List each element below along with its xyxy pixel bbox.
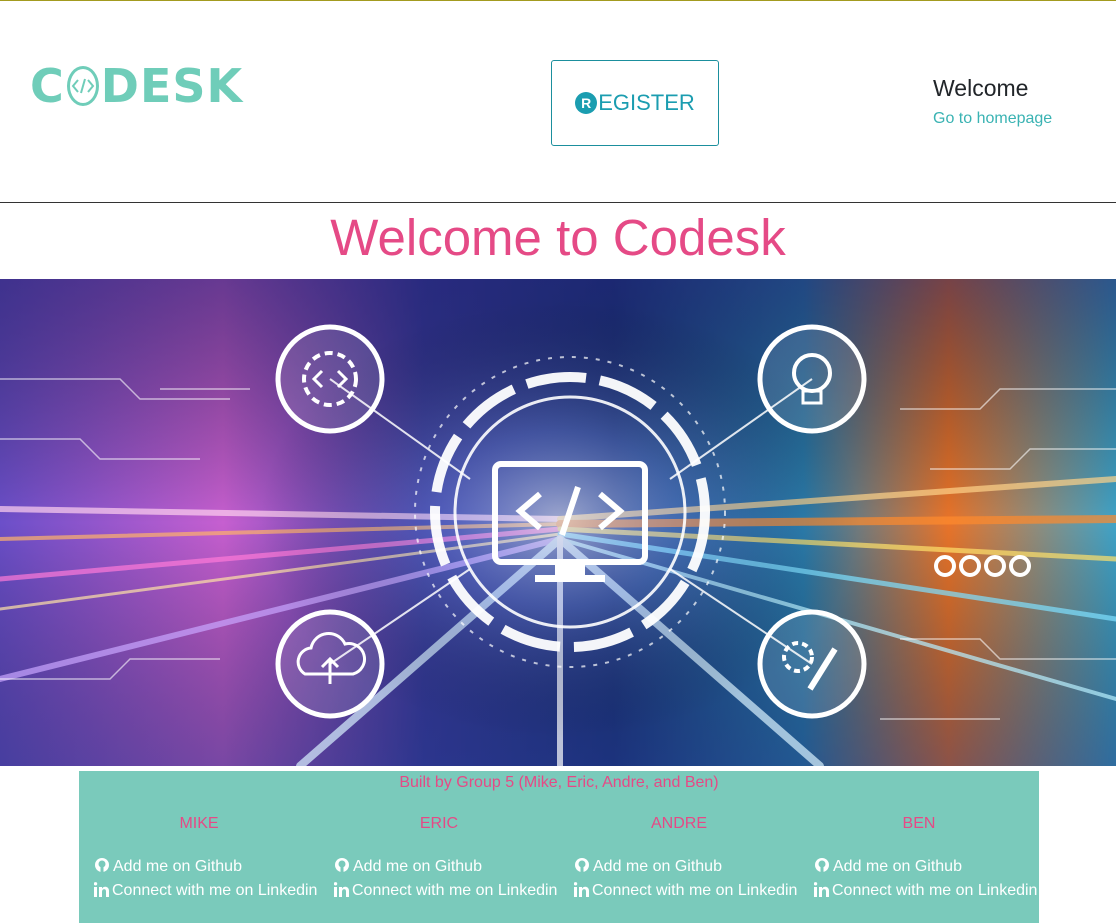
navbar: C DESK R EGISTER Welcome Go to homepage: [0, 1, 1116, 203]
github-icon: [335, 858, 349, 872]
github-link[interactable]: Add me on Github: [334, 855, 559, 879]
member-card-eric: ERIC Add me on Github Connect with me on…: [319, 815, 559, 903]
github-icon: [575, 858, 589, 872]
lightbulb-icon: [757, 324, 867, 434]
logo-letters-desk: DESK: [100, 59, 244, 113]
linkedin-link-label: Connect with me on Linkedin: [592, 882, 798, 899]
linkedin-link-label: Connect with me on Linkedin: [832, 882, 1038, 899]
github-icon: [815, 858, 829, 872]
hero-banner-image: [0, 279, 1116, 766]
member-name: BEN: [902, 815, 936, 832]
register-button[interactable]: R EGISTER: [551, 60, 719, 146]
codesk-logo[interactable]: C DESK: [30, 59, 242, 113]
linkedin-icon: [573, 882, 589, 897]
github-icon: [95, 858, 109, 872]
member-name: MIKE: [179, 815, 219, 832]
github-link[interactable]: Add me on Github: [574, 855, 799, 879]
member-name: ERIC: [419, 815, 459, 832]
github-link-label: Add me on Github: [833, 858, 962, 875]
github-link[interactable]: Add me on Github: [94, 855, 319, 879]
member-card-ben: BEN Add me on Github Connect with me on …: [799, 815, 1039, 903]
built-by-text: Built by Group 5 (Mike, Eric, Andre, and…: [399, 774, 719, 791]
linkedin-link[interactable]: Connect with me on Linkedin: [813, 879, 1039, 903]
member-card-andre: ANDRE Add me on Github Connect with me o…: [559, 815, 799, 903]
linkedin-icon: [93, 882, 109, 897]
github-link[interactable]: Add me on Github: [814, 855, 1039, 879]
linkedin-icon: [813, 882, 829, 897]
linkedin-link[interactable]: Connect with me on Linkedin: [573, 879, 799, 903]
gear-code-icon: [275, 324, 385, 434]
footer: Built by Group 5 (Mike, Eric, Andre, and…: [79, 771, 1039, 923]
logo-letter-c: C: [30, 59, 65, 113]
member-card-mike: MIKE Add me on Github Connect with me on…: [79, 815, 319, 903]
code-icon: [66, 66, 99, 106]
gear-pencil-icon: [757, 609, 867, 719]
linkedin-link[interactable]: Connect with me on Linkedin: [93, 879, 319, 903]
register-label: EGISTER: [598, 90, 695, 115]
welcome-panel: Welcome Go to homepage: [933, 74, 1052, 128]
github-link-label: Add me on Github: [593, 858, 722, 875]
register-badge-icon: R: [575, 92, 598, 114]
linkedin-link-label: Connect with me on Linkedin: [112, 882, 318, 899]
welcome-title: Welcome: [933, 75, 1029, 101]
page-title: Welcome to Codesk: [330, 209, 786, 266]
linkedin-link[interactable]: Connect with me on Linkedin: [333, 879, 559, 903]
github-link-label: Add me on Github: [353, 858, 482, 875]
github-link-label: Add me on Github: [113, 858, 242, 875]
member-name: ANDRE: [650, 815, 707, 832]
homepage-link[interactable]: Go to homepage: [933, 110, 1052, 128]
cloud-upload-icon: [275, 609, 385, 719]
linkedin-icon: [333, 882, 349, 897]
linkedin-link-label: Connect with me on Linkedin: [352, 882, 558, 899]
